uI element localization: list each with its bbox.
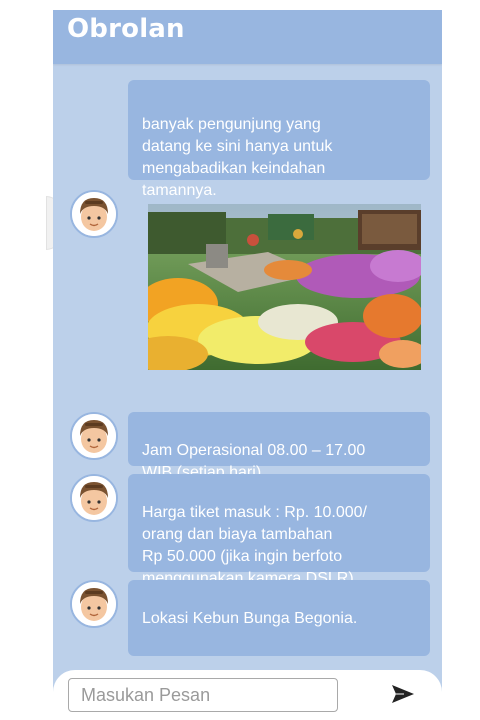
chat-messages[interactable]: banyak pengunjung yang datang ke sini ha… xyxy=(53,64,442,678)
page-title: Obrolan xyxy=(67,14,185,44)
send-button[interactable] xyxy=(388,679,418,709)
avatar-face-icon xyxy=(72,414,116,458)
header-bar: Obrolan xyxy=(53,10,442,64)
message-composer xyxy=(53,670,442,720)
bot-avatar xyxy=(70,412,118,460)
avatar-face-icon xyxy=(72,582,116,626)
message-bubble: Jam Operasional 08.00 – 17.00 WIB (setia… xyxy=(128,412,430,481)
message-bubble: Harga tiket masuk : Rp. 10.000/ orang da… xyxy=(128,474,430,587)
message-input[interactable] xyxy=(68,678,338,712)
message-text: Lokasi Kebun Bunga Begonia. xyxy=(142,610,358,627)
avatar-face-icon xyxy=(72,192,116,236)
flower-garden-photo[interactable] xyxy=(148,204,421,370)
message-bubble: banyak pengunjung yang datang ke sini ha… xyxy=(128,80,430,199)
bot-avatar xyxy=(70,474,118,522)
flower-garden-image xyxy=(148,204,421,370)
message-text: banyak pengunjung yang datang ke sini ha… xyxy=(142,116,333,199)
message-bubble: Lokasi Kebun Bunga Begonia. xyxy=(128,580,430,656)
send-icon xyxy=(392,685,414,703)
bot-avatar xyxy=(70,580,118,628)
chat-app: Obrolan banyak pengunjung yang datang ke… xyxy=(53,10,442,720)
message-text: Harga tiket masuk : Rp. 10.000/ orang da… xyxy=(142,504,367,587)
avatar-face-icon xyxy=(72,476,116,520)
bot-avatar xyxy=(70,190,118,238)
